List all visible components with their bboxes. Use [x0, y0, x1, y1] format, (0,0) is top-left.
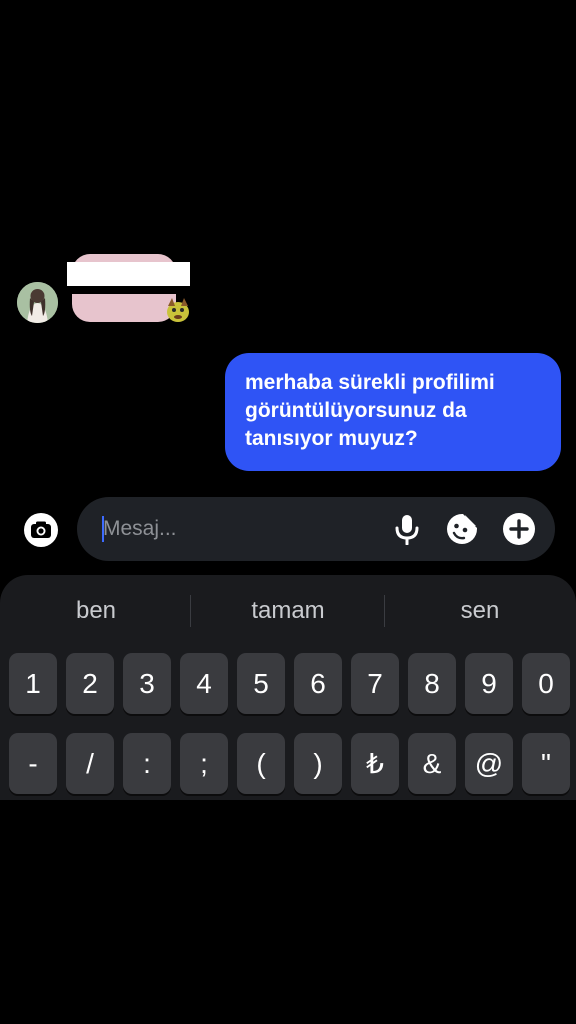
key-3[interactable]: 3 — [123, 653, 171, 714]
sticker-button[interactable] — [444, 511, 480, 547]
key-lira[interactable]: ₺ — [351, 733, 399, 794]
key-at[interactable]: @ — [465, 733, 513, 794]
key-7[interactable]: 7 — [351, 653, 399, 714]
redaction-bar — [72, 286, 184, 294]
key-slash[interactable]: / — [66, 733, 114, 794]
key-close-paren[interactable]: ) — [294, 733, 342, 794]
sticker-reaction-icon[interactable] — [163, 294, 193, 324]
outgoing-message-bubble[interactable]: merhaba sürekli profilimi görüntülüyorsu… — [225, 353, 561, 471]
chat-screen: merhaba sürekli profilimi görüntülüyorsu… — [0, 0, 576, 1024]
camera-icon — [24, 513, 58, 547]
key-0[interactable]: 0 — [522, 653, 570, 714]
key-5[interactable]: 5 — [237, 653, 285, 714]
contact-avatar[interactable] — [17, 282, 58, 323]
key-9[interactable]: 9 — [465, 653, 513, 714]
key-quote[interactable]: " — [522, 733, 570, 794]
camera-button[interactable] — [22, 511, 60, 549]
key-6[interactable]: 6 — [294, 653, 342, 714]
suggestion-2[interactable]: tamam — [192, 595, 384, 627]
key-hyphen[interactable]: - — [9, 733, 57, 794]
suggestion-1[interactable]: ben — [0, 595, 192, 627]
microphone-icon — [395, 515, 419, 545]
key-semicolon[interactable]: ; — [180, 733, 228, 794]
message-composer — [77, 497, 555, 561]
key-1[interactable]: 1 — [9, 653, 57, 714]
suggestion-3[interactable]: sen — [384, 595, 576, 627]
message-input[interactable] — [103, 513, 353, 545]
add-button[interactable] — [501, 511, 537, 547]
sticker-icon — [447, 514, 477, 544]
microphone-button[interactable] — [389, 511, 425, 547]
key-ampersand[interactable]: & — [408, 733, 456, 794]
key-2[interactable]: 2 — [66, 653, 114, 714]
on-screen-keyboard: ben tamam sen 1 2 3 4 5 6 7 8 9 0 - / : … — [0, 575, 576, 800]
add-icon — [503, 513, 535, 545]
redaction-overlay — [67, 262, 190, 286]
suggestion-bar: ben tamam sen — [0, 575, 576, 647]
key-colon[interactable]: : — [123, 733, 171, 794]
key-open-paren[interactable]: ( — [237, 733, 285, 794]
key-4[interactable]: 4 — [180, 653, 228, 714]
suggestion-divider — [190, 595, 191, 627]
key-8[interactable]: 8 — [408, 653, 456, 714]
